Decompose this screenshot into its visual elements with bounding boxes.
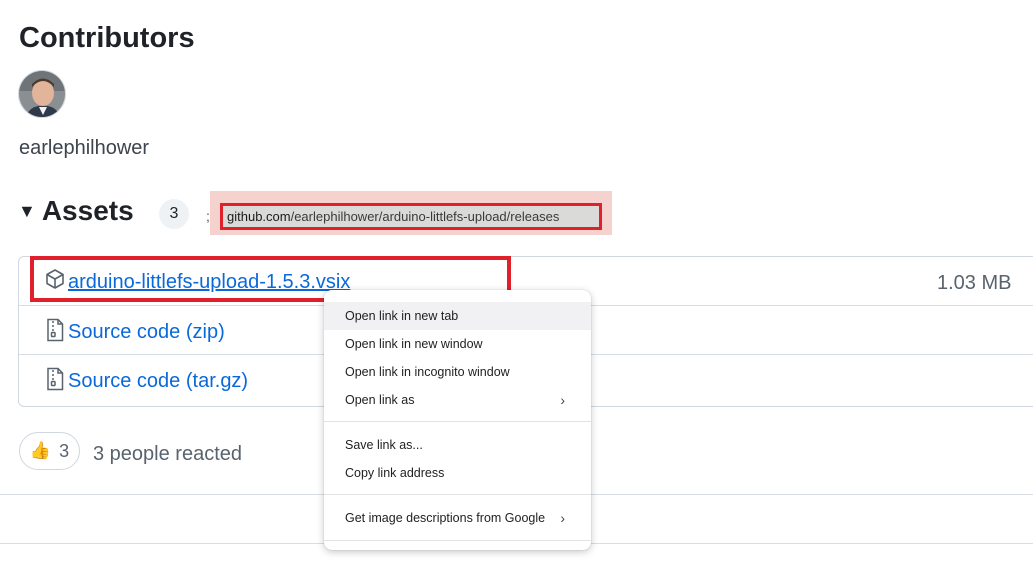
- thumbs-up-icon: 👍: [29, 441, 52, 461]
- menu-separator: [324, 421, 591, 422]
- assets-heading: Assets: [41, 195, 134, 226]
- menu-item-label: Copy link address: [345, 466, 445, 480]
- menu-item-label: Open link in new tab: [345, 309, 459, 323]
- menu-item-save-link-as[interactable]: Save link as...: [324, 431, 591, 459]
- avatar[interactable]: [18, 70, 66, 118]
- url-separator: ;: [206, 208, 210, 224]
- menu-item-open-new-window[interactable]: Open link in new window: [324, 330, 591, 358]
- asset-link-source-zip[interactable]: Source code (zip): [68, 319, 225, 345]
- assets-summary-toggle[interactable]: ▼ Assets: [18, 191, 134, 231]
- avatar-photo: [19, 71, 65, 117]
- url-text[interactable]: github.com/earlephilhower/arduino-little…: [227, 209, 559, 225]
- asset-size: 1.03 MB: [937, 272, 1012, 294]
- asset-name: Source code: [68, 321, 181, 343]
- reaction-count: 3: [59, 440, 70, 461]
- triangle-down-icon: ▼: [18, 201, 36, 221]
- chevron-right-icon: ›: [560, 392, 565, 408]
- menu-item-label: Open link as: [345, 393, 415, 407]
- contributors-heading: Contributors: [19, 22, 195, 54]
- menu-item-copy-link-address[interactable]: Copy link address: [324, 459, 591, 487]
- asset-link-source-tar[interactable]: Source code (tar.gz): [68, 368, 248, 394]
- menu-item-image-descriptions[interactable]: Get image descriptions from Google ›: [324, 504, 591, 532]
- contributor-name[interactable]: earlephilhower: [19, 136, 149, 160]
- file-zip-icon: [46, 367, 64, 391]
- menu-separator: [324, 540, 591, 541]
- assets-count-badge: 3: [159, 199, 189, 229]
- reaction-thumbs-up-button[interactable]: 👍 3: [19, 432, 80, 470]
- menu-item-open-incognito[interactable]: Open link in incognito window: [324, 358, 591, 386]
- file-zip-icon: [46, 318, 64, 342]
- context-menu: Open link in new tab Open link in new wi…: [324, 290, 591, 550]
- menu-item-label: Open link in incognito window: [345, 365, 510, 379]
- url-path: /earlephilhower/arduino-littlefs-upload/…: [290, 209, 560, 224]
- menu-item-label: Save link as...: [345, 438, 423, 452]
- chevron-right-icon: ›: [560, 510, 565, 526]
- menu-item-open-link-as[interactable]: Open link as ›: [324, 386, 591, 414]
- menu-separator: [324, 494, 591, 495]
- asset-name: Source code: [68, 370, 181, 392]
- asset-format: (tar.gz): [185, 370, 249, 392]
- reaction-summary: 3 people reacted: [93, 443, 243, 465]
- menu-item-label: Open link in new window: [345, 337, 483, 351]
- url-domain: github.com: [227, 209, 291, 224]
- menu-item-label: Get image descriptions from Google: [345, 511, 546, 525]
- asset-format: (zip): [185, 321, 225, 343]
- menu-item-open-new-tab[interactable]: Open link in new tab: [324, 302, 591, 330]
